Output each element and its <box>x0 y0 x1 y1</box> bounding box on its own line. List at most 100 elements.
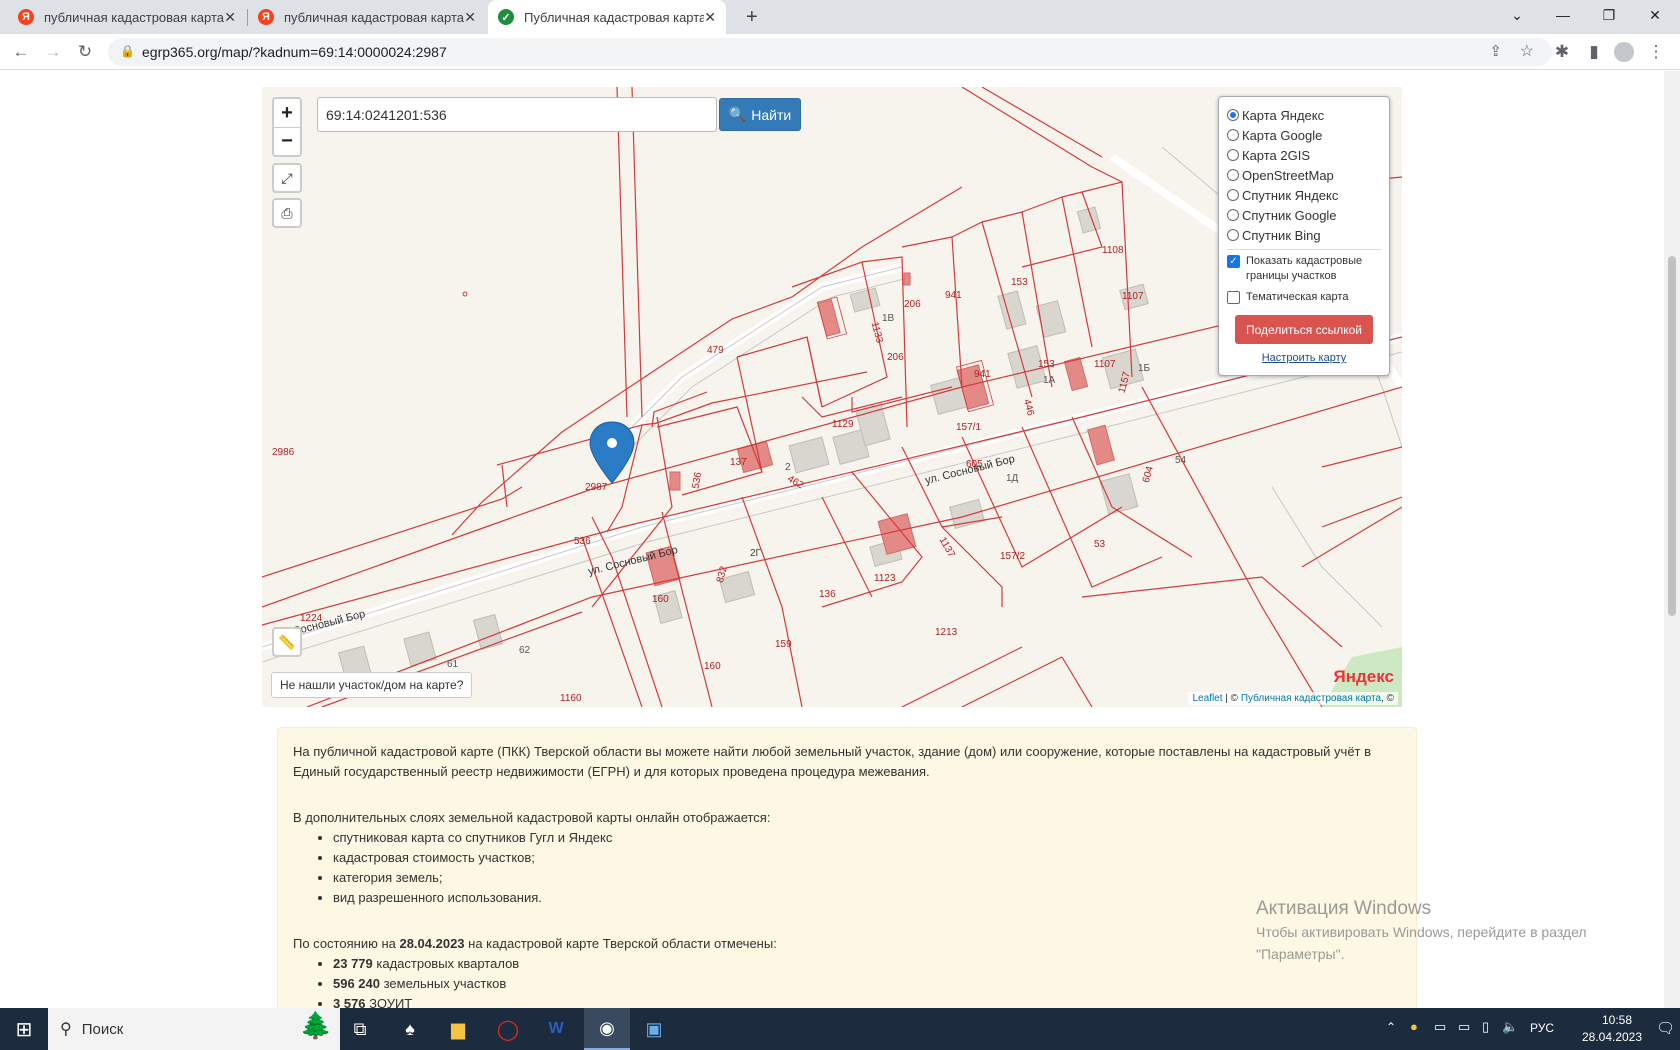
layer-option-2gis-map[interactable]: Карта 2GIS <box>1227 145 1381 165</box>
radio-button[interactable] <box>1227 149 1239 161</box>
extensions-icon[interactable]: ✱ <box>1550 40 1574 64</box>
solitaire-icon[interactable]: ♠ <box>388 1008 432 1050</box>
taskbar-search[interactable]: ⚲ Поиск 🌲 <box>48 1008 340 1050</box>
not-found-button[interactable]: Не нашли участок/дом на карте? <box>271 672 473 698</box>
parcel-label: 206 <box>904 299 921 310</box>
status-date: 28.04.2023 <box>399 936 465 951</box>
windows-activation-watermark: Активация Windows Чтобы активировать Win… <box>1256 898 1587 964</box>
bookmark-star-icon[interactable]: ☆ <box>1520 41 1534 61</box>
radio-button[interactable] <box>1227 169 1239 181</box>
checkbox[interactable] <box>1227 291 1240 304</box>
volume-icon[interactable]: 🔈 <box>1502 1019 1518 1035</box>
close-icon[interactable]: ✕ <box>464 9 476 26</box>
parcel-label: 1107 <box>1122 291 1144 302</box>
camera-icon[interactable]: ▭ <box>1434 1019 1446 1035</box>
language-indicator[interactable]: РУС <box>1530 1021 1554 1035</box>
word-icon[interactable]: W <box>534 1008 578 1050</box>
new-tab-button[interactable]: + <box>736 0 766 34</box>
layers-intro: В дополнительных слоях земельной кадастр… <box>293 810 771 825</box>
share-icon[interactable]: ⇪ <box>1489 42 1502 60</box>
windows-start-icon[interactable]: ⊞ <box>0 1008 48 1050</box>
minimize-icon[interactable]: — <box>1540 0 1586 30</box>
cadastral-map[interactable]: 2986 479 2987 536 536 137 1129 206 206 9… <box>262 87 1402 707</box>
fullscreen-icon[interactable]: ⤢ <box>272 163 302 193</box>
layer-option-label: Карта Google <box>1242 127 1323 143</box>
radio-button[interactable] <box>1227 189 1239 201</box>
layer-option-label: Спутник Bing <box>1242 227 1321 243</box>
parcel-label: 62 <box>519 645 531 656</box>
scrollbar-thumb[interactable] <box>1668 256 1676 616</box>
layer-option-bing-satellite[interactable]: Спутник Bing <box>1227 225 1381 245</box>
opera-icon[interactable]: ◯ <box>486 1008 530 1050</box>
forward-icon[interactable]: → <box>41 40 65 64</box>
notifications-icon[interactable]: 🗨 <box>1656 1019 1675 1037</box>
close-icon[interactable]: ✕ <box>704 9 716 26</box>
leaflet-link[interactable]: Leaflet <box>1192 693 1222 704</box>
configure-map-link[interactable]: Настроить карту <box>1227 352 1381 364</box>
list-item: спутниковая карта со спутников Гугл и Ян… <box>333 828 1401 848</box>
watermark-line: Чтобы активировать Windows, перейдите в … <box>1256 924 1587 940</box>
show-borders-label: Показать кадастровые границы участков <box>1246 255 1363 282</box>
layer-option-google-satellite[interactable]: Спутник Google <box>1227 205 1381 225</box>
radio-button[interactable] <box>1227 209 1239 221</box>
layer-option-label: Спутник Google <box>1242 207 1337 223</box>
search-highlight-icon: 🌲 <box>299 1010 332 1040</box>
page-scrollbar[interactable] <box>1664 71 1680 1008</box>
close-icon[interactable]: ✕ <box>224 9 236 26</box>
restore-icon[interactable]: ❐ <box>1586 0 1632 30</box>
radio-button[interactable] <box>1227 109 1239 121</box>
photos-icon[interactable]: ▣ <box>632 1008 676 1050</box>
stats-list: 23 779 кадастровых кварталов 596 240 зем… <box>333 954 1401 1008</box>
clock-date[interactable]: 28.04.2023 <box>1572 1030 1652 1044</box>
reload-icon[interactable]: ↻ <box>73 40 97 64</box>
close-window-icon[interactable]: ✕ <box>1632 0 1678 30</box>
zoom-out-button[interactable]: − <box>274 127 300 155</box>
attribution-separator: | © <box>1222 693 1241 704</box>
parcel-label: 2Г <box>750 548 761 559</box>
print-icon[interactable]: ⎙ <box>272 198 302 228</box>
find-button[interactable]: 🔍 Найти <box>719 98 801 131</box>
tab-title: публичная кадастровая карта тве <box>44 9 224 25</box>
file-explorer-icon[interactable]: ▆ <box>436 1008 480 1050</box>
battery-icon[interactable]: ▯ <box>1482 1019 1489 1035</box>
menu-icon[interactable]: ⋮ <box>1644 40 1668 64</box>
side-panel-icon[interactable]: ▮ <box>1582 40 1606 64</box>
profile-avatar-icon[interactable] <box>1612 40 1636 64</box>
layer-option-google-map[interactable]: Карта Google <box>1227 125 1381 145</box>
browser-tab-3[interactable]: ✓ Публичная кадастровая карта Тве ✕ <box>488 0 726 34</box>
tray-expand-icon[interactable]: ⌃ <box>1386 1020 1396 1034</box>
parcel-label: 136 <box>819 589 836 600</box>
parcel-label: 1Б <box>1138 363 1151 374</box>
thematic-map-option[interactable]: Тематическая карта <box>1227 290 1381 305</box>
zoom-in-button[interactable]: + <box>274 99 300 127</box>
chrome-icon[interactable]: ◉ <box>584 1008 630 1050</box>
parcel-label: 160 <box>704 661 721 672</box>
parcel-label: 1213 <box>935 627 958 638</box>
tray-app-icon[interactable]: ● <box>1410 1019 1418 1034</box>
parcel-label: 157/2 <box>1000 551 1026 562</box>
browser-tab-1[interactable]: Я публичная кадастровая карта тве ✕ <box>8 0 246 34</box>
task-view-icon[interactable]: ⧉ <box>340 1008 380 1050</box>
radio-button[interactable] <box>1227 129 1239 141</box>
pkk-link[interactable]: Публичная кадастровая карта <box>1241 693 1381 704</box>
browser-tab-2[interactable]: Я публичная кадастровая карта тве ✕ <box>248 0 486 34</box>
parcel-label: 941 <box>974 369 991 380</box>
network-icon[interactable]: ▭ <box>1458 1019 1470 1035</box>
clock-time[interactable]: 10:58 <box>1584 1013 1650 1027</box>
layer-option-yandex-satellite[interactable]: Спутник Яндекс <box>1227 185 1381 205</box>
checkbox-checked[interactable]: ✓ <box>1227 255 1240 268</box>
browser-toolbar: ← → ↻ 🔒 egrp365.org/map/?kadnum=69:14:00… <box>0 34 1680 70</box>
share-link-button[interactable]: Поделиться ссылкой <box>1235 315 1373 344</box>
back-icon[interactable]: ← <box>9 40 33 64</box>
layer-option-yandex-map[interactable]: Карта Яндекс <box>1227 105 1381 125</box>
tab-search-icon[interactable]: ⌄ <box>1494 0 1540 30</box>
address-bar[interactable]: 🔒 egrp365.org/map/?kadnum=69:14:0000024:… <box>108 38 1552 66</box>
parcel-label: 1160 <box>560 693 582 704</box>
ruler-icon[interactable]: 📏 <box>272 627 302 657</box>
radio-button[interactable] <box>1227 229 1239 241</box>
layer-option-label: Спутник Яндекс <box>1242 187 1339 203</box>
status-line: По состоянию на 28.04.2023 на кадастрово… <box>293 934 1401 954</box>
cadastral-search-input[interactable] <box>317 97 717 132</box>
show-borders-option[interactable]: ✓ Показать кадастровые границы участков <box>1227 254 1381 284</box>
layer-option-osm[interactable]: OpenStreetMap <box>1227 165 1381 185</box>
